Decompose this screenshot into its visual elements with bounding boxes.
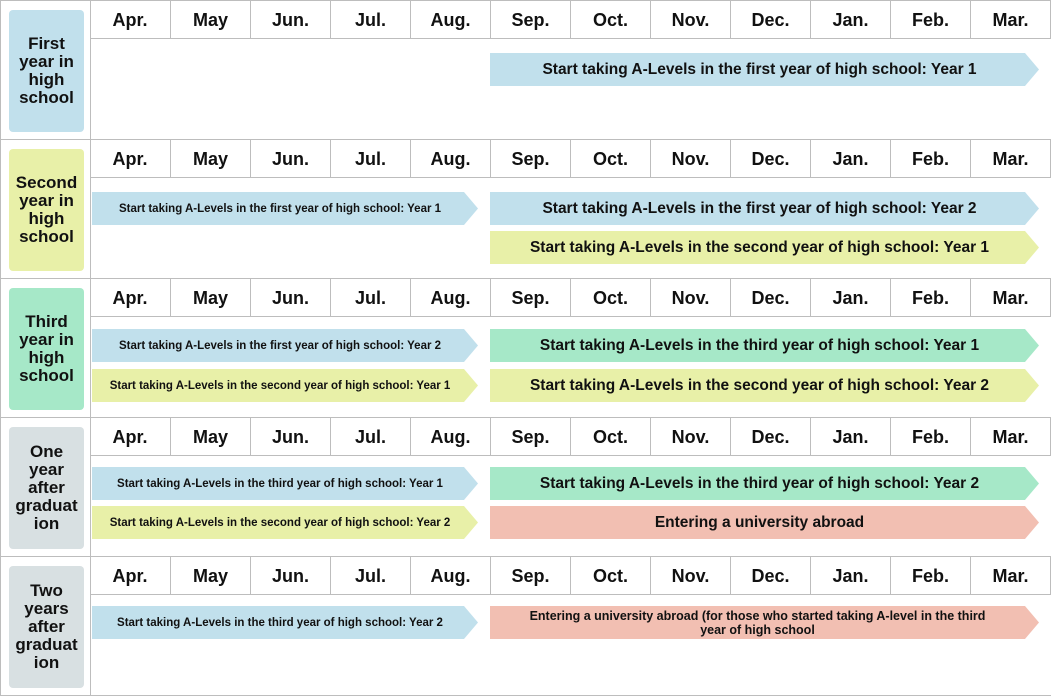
month-cell: Aug. — [410, 557, 490, 595]
row-label: Third year in high school — [9, 288, 84, 410]
month-cell: Aug. — [410, 1, 490, 39]
month-cell: May — [170, 279, 250, 317]
month-cell: Jun. — [250, 140, 330, 178]
month-cell: Jul. — [330, 279, 410, 317]
month-cell: Sep. — [490, 418, 570, 456]
month-cell: Nov. — [650, 279, 730, 317]
month-cell: Jul. — [330, 140, 410, 178]
month-cell: Dec. — [730, 1, 810, 39]
month-cell: Dec. — [730, 557, 810, 595]
row-label: Second year in high school — [9, 149, 84, 271]
month-cell: Dec. — [730, 140, 810, 178]
month-cell: Jan. — [810, 140, 890, 178]
month-cell: Jan. — [810, 279, 890, 317]
month-cell: May — [170, 557, 250, 595]
month-cell: Feb. — [890, 279, 970, 317]
month-cell: Feb. — [890, 418, 970, 456]
timeline-bar: Start taking A-Levels in the second year… — [92, 506, 478, 539]
month-cell: Apr. — [112, 426, 148, 447]
month-cell: Mar. — [970, 1, 1050, 39]
month-cell: Mar. — [970, 557, 1050, 595]
section-third-year: Third year in high school Apr. May Jun. Jul… — [0, 278, 1051, 418]
timeline-bar: Start taking A-Levels in the first year … — [490, 192, 1039, 225]
month-cell: Dec. — [730, 418, 810, 456]
month-header: Apr. May Jun. Jul. Aug. Sep. Oct. Nov. Dec. Jan. F… — [90, 418, 1051, 456]
month-header: Apr. May Jun. Jul. Aug. Sep. Oct. Nov. Dec. Jan. F… — [90, 1, 1051, 39]
row-label: Two years after graduat ion — [9, 566, 84, 688]
timeline-bar: Start taking A-Levels in the third year … — [490, 329, 1039, 362]
month-cell: Feb. — [890, 1, 970, 39]
month-cell: Mar. — [970, 140, 1050, 178]
month-cell: Sep. — [490, 279, 570, 317]
month-cell: Aug. — [410, 279, 490, 317]
timeline-bar: Start taking A-Levels in the third year … — [92, 467, 478, 500]
month-cell: Dec. — [730, 279, 810, 317]
section-two-years-after: Two years after graduat ion Apr. May Jun. J… — [0, 556, 1051, 696]
month-cell: Oct. — [570, 557, 650, 595]
month-cell: Mar. — [970, 279, 1050, 317]
month-cell: Jan. — [810, 1, 890, 39]
month-cell: May — [170, 1, 250, 39]
section-second-year: Second year in high school Apr. May Jun. Ju… — [0, 139, 1051, 279]
month-cell: Jun. — [250, 1, 330, 39]
month-cell: Jan. — [810, 418, 890, 456]
month-cell: Jun. — [250, 418, 330, 456]
month-cell: Apr. — [112, 287, 148, 308]
month-cell: Nov. — [650, 1, 730, 39]
month-cell: Oct. — [570, 1, 650, 39]
section-one-year-after: One year after graduat ion Apr. May Jun. Ju… — [0, 417, 1051, 557]
row-label: First year in high school — [9, 10, 84, 132]
timeline-bar: Entering a university abroad — [490, 506, 1039, 539]
timeline-bar: Start taking A-Levels in the third year … — [490, 467, 1039, 500]
month-cell: Apr. — [112, 148, 148, 169]
timeline-bar: Start taking A-Levels in the second year… — [92, 369, 478, 402]
timeline-bar: Start taking A-Levels in the second year… — [490, 231, 1039, 264]
month-cell: Nov. — [650, 418, 730, 456]
month-cell: Jul. — [330, 418, 410, 456]
month-cell: Mar. — [970, 418, 1050, 456]
month-cell: Jun. — [250, 557, 330, 595]
timeline-bar: Start taking A-Levels in the first year … — [92, 192, 478, 225]
month-cell: Feb. — [890, 140, 970, 178]
timeline-bar: Start taking A-Levels in the first year … — [92, 329, 478, 362]
month-cell: Jan. — [810, 557, 890, 595]
timeline-bar: Start taking A-Levels in the third year … — [92, 606, 478, 639]
month-cell: Oct. — [570, 418, 650, 456]
timeline-bar: Entering a university abroad (for those … — [490, 606, 1039, 639]
timeline-bar: Start taking A-Levels in the first year … — [490, 53, 1039, 86]
month-cell: Nov. — [650, 557, 730, 595]
month-cell: Apr. — [112, 565, 148, 586]
month-cell: Jun. — [250, 279, 330, 317]
month-cell: Aug. — [410, 140, 490, 178]
timeline-bar: Start taking A-Levels in the second year… — [490, 369, 1039, 402]
month-header: Apr. May Jun. Jul. Aug. Sep. Oct. Nov. Dec. Jan. F… — [90, 557, 1051, 595]
month-cell: Jul. — [330, 1, 410, 39]
month-cell: Aug. — [410, 418, 490, 456]
month-cell: Oct. — [570, 279, 650, 317]
row-label: One year after graduat ion — [9, 427, 84, 549]
month-cell: Feb. — [890, 557, 970, 595]
month-header: Apr. May Jun. Jul. Aug. Sep. Oct. Nov. Dec. Jan. F… — [90, 279, 1051, 317]
month-cell: Sep. — [490, 140, 570, 178]
month-cell: May — [170, 140, 250, 178]
month-cell: Oct. — [570, 140, 650, 178]
month-cell: Sep. — [490, 557, 570, 595]
month-cell: Jul. — [330, 557, 410, 595]
section-first-year: First year in high school Apr. May Jun. Jul… — [0, 0, 1051, 140]
month-cell: Apr. — [112, 9, 148, 30]
month-cell: Nov. — [650, 140, 730, 178]
month-header: Apr. May Jun. Jul. Aug. Sep. Oct. Nov. Dec. Jan. F… — [90, 140, 1051, 178]
month-cell: May — [170, 418, 250, 456]
month-cell: Sep. — [490, 1, 570, 39]
